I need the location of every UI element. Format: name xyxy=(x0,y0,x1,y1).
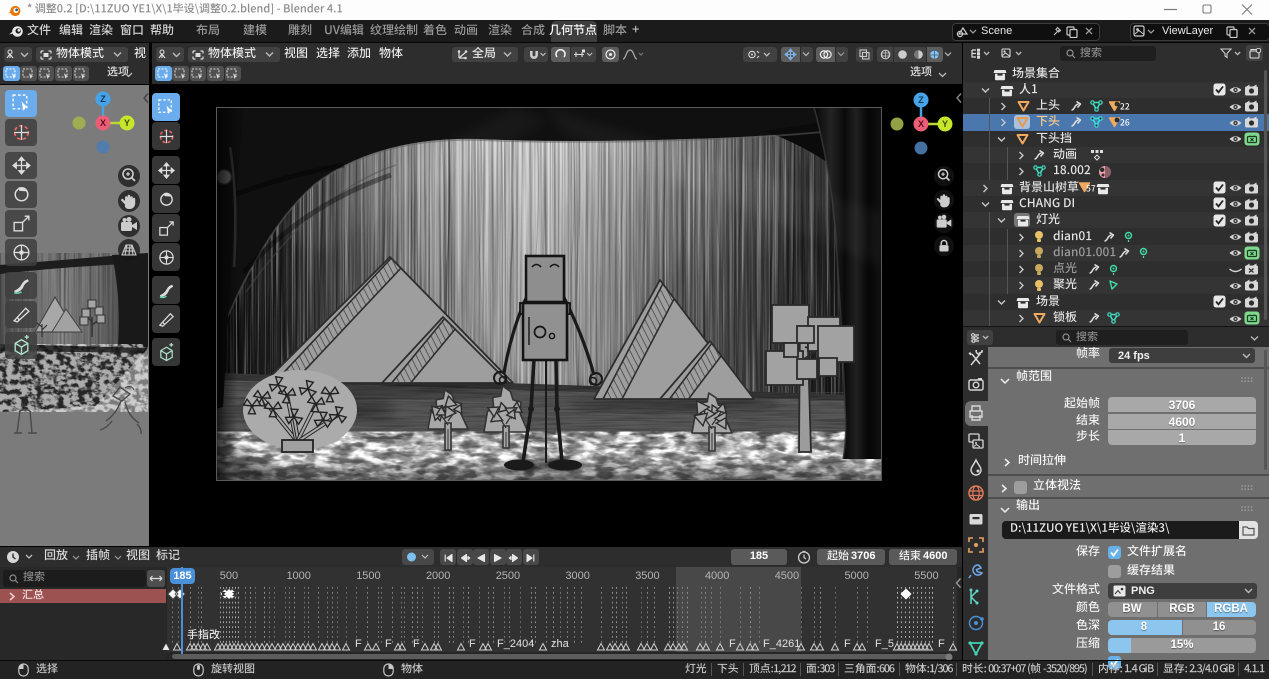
svg-text:Y: Y xyxy=(942,119,948,129)
svg-text:Y: Y xyxy=(124,118,130,128)
svg-text:X: X xyxy=(100,118,106,128)
svg-text:Z: Z xyxy=(100,94,106,104)
svg-text:Z: Z xyxy=(918,95,924,105)
svg-text:X: X xyxy=(918,119,924,129)
